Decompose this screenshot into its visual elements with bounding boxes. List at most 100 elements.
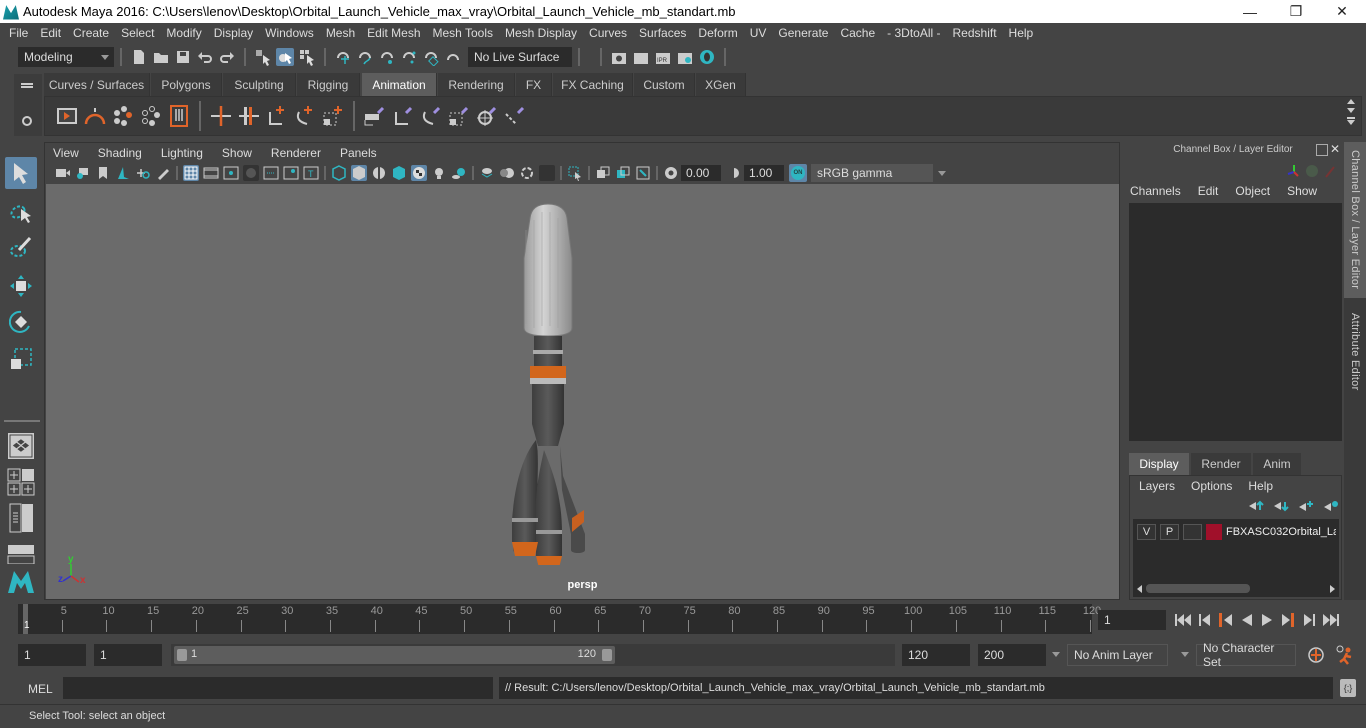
vp-menu-view[interactable]: View: [53, 146, 79, 160]
set-driven-key-icon[interactable]: [209, 104, 233, 128]
tab-render-layers[interactable]: Render: [1191, 453, 1251, 475]
side-tab-attribute-editor[interactable]: Attribute Editor: [1344, 302, 1366, 402]
orient-constraint-icon[interactable]: [419, 104, 443, 128]
menu-modify[interactable]: Modify: [161, 26, 208, 40]
menu-generate[interactable]: Generate: [773, 26, 835, 40]
keyframe-tangent-icon[interactable]: [167, 104, 191, 128]
scroll-thumb[interactable]: [1146, 584, 1250, 593]
set-key-icon[interactable]: [111, 104, 135, 128]
tab-fx[interactable]: FX: [516, 73, 552, 96]
menu-mesh-display[interactable]: Mesh Display: [500, 26, 584, 40]
anim-layer-chevron-icon[interactable]: [1052, 652, 1060, 657]
vp-menu-show[interactable]: Show: [222, 146, 252, 160]
menu-create[interactable]: Create: [68, 26, 116, 40]
resolution-gate-icon[interactable]: [223, 165, 239, 181]
field-chart-icon[interactable]: [263, 165, 279, 181]
shadows-icon[interactable]: [451, 165, 467, 181]
current-frame-field[interactable]: 1: [1098, 610, 1166, 630]
restore-button[interactable]: ❐: [1273, 0, 1319, 23]
shelf-settings-icon[interactable]: [22, 116, 32, 126]
textured-icon[interactable]: [411, 165, 427, 181]
multisample-aa-icon[interactable]: [519, 165, 535, 181]
playblast-icon[interactable]: [55, 104, 79, 128]
save-scene-icon[interactable]: [174, 48, 192, 66]
camera-attributes-icon[interactable]: [75, 165, 91, 181]
step-back-frame-icon[interactable]: [1198, 612, 1212, 628]
new-layer-selected-icon[interactable]: [1323, 500, 1339, 512]
snap-view-plane-icon[interactable]: [400, 48, 418, 66]
make-live-icon[interactable]: [444, 48, 462, 66]
menu-uv[interactable]: UV: [745, 26, 774, 40]
tab-rendering[interactable]: Rendering: [438, 73, 515, 96]
channel-list[interactable]: [1129, 203, 1342, 441]
layer-playback-toggle[interactable]: P: [1160, 524, 1179, 540]
side-tab-channel-box[interactable]: Channel Box / Layer Editor: [1344, 142, 1366, 298]
menu-help[interactable]: Help: [1004, 26, 1041, 40]
step-back-key-icon[interactable]: [1218, 612, 1234, 628]
character-set-dropdown[interactable]: No Character Set: [1196, 641, 1296, 669]
motion-trail-icon[interactable]: [83, 104, 107, 128]
go-to-end-icon[interactable]: [1322, 612, 1340, 628]
menu-edit-mesh[interactable]: Edit Mesh: [362, 26, 427, 40]
tab-sculpting[interactable]: Sculpting: [223, 73, 296, 96]
select-hierarchy-icon[interactable]: [254, 48, 272, 66]
cb-menu-object[interactable]: Object: [1235, 184, 1270, 198]
vp-menu-panels[interactable]: Panels: [340, 146, 377, 160]
color-management-toggle[interactable]: ON: [789, 164, 807, 182]
range-slider[interactable]: 1 120: [174, 646, 615, 664]
open-scene-icon[interactable]: [152, 48, 170, 66]
color-space-dropdown[interactable]: sRGB gamma: [811, 164, 951, 182]
menu-surfaces[interactable]: Surfaces: [634, 26, 693, 40]
close-button[interactable]: ✕: [1319, 0, 1365, 23]
paint-select-tool-icon[interactable]: [5, 232, 37, 264]
ipr-render-icon[interactable]: IPR: [654, 48, 672, 66]
2d-pan-zoom-icon[interactable]: [135, 165, 151, 181]
menu-deform[interactable]: Deform: [693, 26, 744, 40]
range-end-handle[interactable]: [602, 649, 612, 661]
snap-surface-icon[interactable]: [422, 48, 440, 67]
layer-color-swatch[interactable]: [1206, 524, 1222, 540]
point-constraint-icon[interactable]: [391, 104, 415, 128]
single-perspective-layout-icon[interactable]: [5, 430, 37, 462]
time-ruler[interactable]: 1 5 10 15 20 25 30 35 40 45 50 55 60 65 70 75 80 85 90 95 1…: [18, 604, 1101, 634]
anim-layer-dropdown[interactable]: No Anim Layer: [1067, 644, 1168, 666]
shelf-scroll[interactable]: [1347, 99, 1357, 133]
menu-mesh[interactable]: Mesh: [321, 26, 362, 40]
grease-pencil-icon[interactable]: [155, 165, 171, 181]
vp-menu-shading[interactable]: Shading: [98, 146, 142, 160]
animation-preferences-icon[interactable]: [1334, 644, 1356, 666]
safe-title-icon[interactable]: T: [303, 165, 319, 181]
wireframe-icon[interactable]: [331, 165, 347, 181]
menu-mesh-tools[interactable]: Mesh Tools: [428, 26, 500, 40]
xray-components-icon[interactable]: [635, 165, 651, 181]
layer-row[interactable]: V P FBXASC032Orbital_Lau: [1137, 523, 1336, 541]
start-time-field[interactable]: 1: [18, 644, 86, 666]
lasso-tool-icon[interactable]: [5, 197, 37, 229]
aim-constraint-icon[interactable]: [475, 104, 499, 128]
gate-mask-icon[interactable]: [243, 165, 259, 181]
four-view-layout-icon[interactable]: [5, 466, 37, 498]
select-component-icon[interactable]: [298, 48, 316, 66]
render-settings-icon[interactable]: [676, 48, 694, 66]
select-object-icon[interactable]: [276, 47, 294, 66]
snap-point-icon[interactable]: [378, 48, 396, 66]
grid-toggle-icon[interactable]: [183, 165, 199, 181]
go-to-start-icon[interactable]: [1174, 612, 1192, 628]
float-panel-icon[interactable]: [1316, 144, 1328, 156]
set-key-multiple-icon[interactable]: [237, 104, 261, 128]
scale-constraint-icon[interactable]: [447, 104, 471, 128]
vp-menu-renderer[interactable]: Renderer: [271, 146, 321, 160]
minimize-button[interactable]: —: [1227, 0, 1273, 23]
render-frame-icon[interactable]: [632, 48, 650, 66]
move-layer-up-icon[interactable]: [1248, 500, 1264, 512]
menu-file[interactable]: File: [4, 26, 35, 40]
layer-menu-layers[interactable]: Layers: [1139, 479, 1175, 493]
maya-home-icon[interactable]: [5, 565, 37, 597]
screen-space-ao-icon[interactable]: [479, 165, 495, 181]
default-material-icon[interactable]: [371, 165, 387, 181]
select-camera-icon[interactable]: [55, 165, 71, 181]
tab-animation[interactable]: Animation: [362, 73, 437, 96]
anim-end-field[interactable]: 200: [978, 644, 1046, 666]
end-time-field[interactable]: 120: [902, 644, 970, 666]
command-input[interactable]: [63, 677, 493, 699]
